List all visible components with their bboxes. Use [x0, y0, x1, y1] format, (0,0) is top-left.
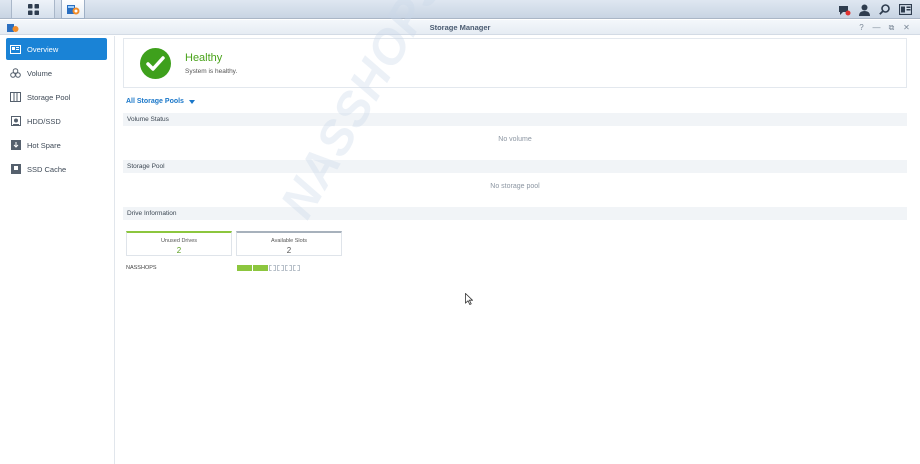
chevron-down-icon	[188, 99, 195, 104]
drive-slot-used[interactable]	[237, 265, 252, 271]
volume-empty-message: No volume	[498, 136, 532, 143]
taskbar	[0, 0, 920, 19]
grid-icon	[27, 3, 39, 15]
drive-info-header: Drive Information	[123, 207, 907, 220]
available-slots-label: Available Slots	[271, 238, 307, 244]
unused-drives-card[interactable]: Unused Drives 2	[126, 231, 232, 256]
storage-pool-header: Storage Pool	[123, 160, 907, 173]
storage-pool-dropdown[interactable]: All Storage Pools	[126, 98, 195, 105]
hdd-icon	[10, 116, 21, 126]
drive-slot-empty[interactable]	[269, 265, 276, 271]
ssd-cache-icon	[10, 164, 21, 174]
drive-slot-empty[interactable]	[285, 265, 292, 271]
checkmark-icon	[140, 48, 171, 79]
drive-slot-empty[interactable]	[293, 265, 300, 271]
sidebar-item-label: SSD Cache	[27, 164, 67, 174]
main-menu-button[interactable]	[11, 0, 55, 19]
unused-drives-label: Unused Drives	[160, 238, 198, 244]
overview-icon	[10, 44, 21, 54]
taskbar-storage-manager-button[interactable]	[61, 0, 85, 19]
widgets-icon	[898, 4, 912, 15]
minimize-icon[interactable]: —	[871, 22, 882, 33]
drive-slot-empty[interactable]	[277, 265, 284, 271]
volume-status-header: Volume Status	[123, 113, 907, 126]
available-slots-count: 2	[286, 246, 292, 255]
storage-pool-empty-message: No storage pool	[490, 183, 540, 190]
widgets-button[interactable]	[895, 0, 915, 19]
sidebar: Overview Volume Storage Pool HDD/SSD Hot…	[0, 36, 115, 464]
sidebar-item-label: HDD/SSD	[27, 116, 61, 126]
sidebar-item-hdd-ssd[interactable]: HDD/SSD	[6, 110, 107, 132]
sidebar-item-storage-pool[interactable]: Storage Pool	[6, 86, 107, 108]
sidebar-item-hot-spare[interactable]: Hot Spare	[6, 134, 107, 156]
mouse-cursor-icon	[465, 293, 473, 305]
available-slots-card[interactable]: Available Slots 2	[236, 231, 342, 256]
notification-icon	[838, 5, 850, 15]
drive-slot-map	[237, 265, 301, 271]
volume-icon	[10, 68, 21, 78]
sidebar-item-label: Overview	[27, 44, 59, 54]
sidebar-item-label: Hot Spare	[27, 140, 61, 150]
health-status: Healthy	[185, 52, 223, 64]
search-button[interactable]	[874, 0, 894, 19]
storage-manager-icon	[67, 5, 80, 15]
window-title: Storage Manager	[429, 23, 491, 32]
hot-spare-icon	[10, 140, 21, 150]
sidebar-item-volume[interactable]: Volume	[6, 62, 107, 84]
health-message: System is healthy.	[185, 68, 238, 75]
sidebar-item-label: Storage Pool	[27, 92, 71, 102]
search-icon	[878, 4, 890, 15]
sidebar-item-ssd-cache[interactable]: SSD Cache	[6, 158, 107, 180]
sidebar-item-overview[interactable]: Overview	[6, 38, 107, 60]
window-titlebar[interactable]: Storage Manager ? — ⧉ ✕	[0, 20, 920, 35]
drive-slot-used[interactable]	[253, 265, 268, 271]
main-panel: Healthy System is healthy. All Storage P…	[116, 36, 920, 464]
sidebar-item-label: Volume	[27, 68, 53, 78]
storage-pool-icon	[10, 92, 21, 102]
storage-pool-dropdown-label: All Storage Pools	[126, 98, 184, 105]
health-card: Healthy System is healthy.	[123, 38, 907, 88]
user-button[interactable]	[854, 0, 874, 19]
nas-name: NASSHOPS	[126, 265, 157, 271]
close-icon[interactable]: ✕	[901, 22, 912, 33]
maximize-icon[interactable]: ⧉	[886, 22, 897, 33]
unused-drives-count: 2	[176, 246, 182, 255]
notification-button[interactable]	[834, 0, 854, 19]
user-icon	[858, 4, 870, 16]
help-icon[interactable]: ?	[856, 22, 867, 33]
